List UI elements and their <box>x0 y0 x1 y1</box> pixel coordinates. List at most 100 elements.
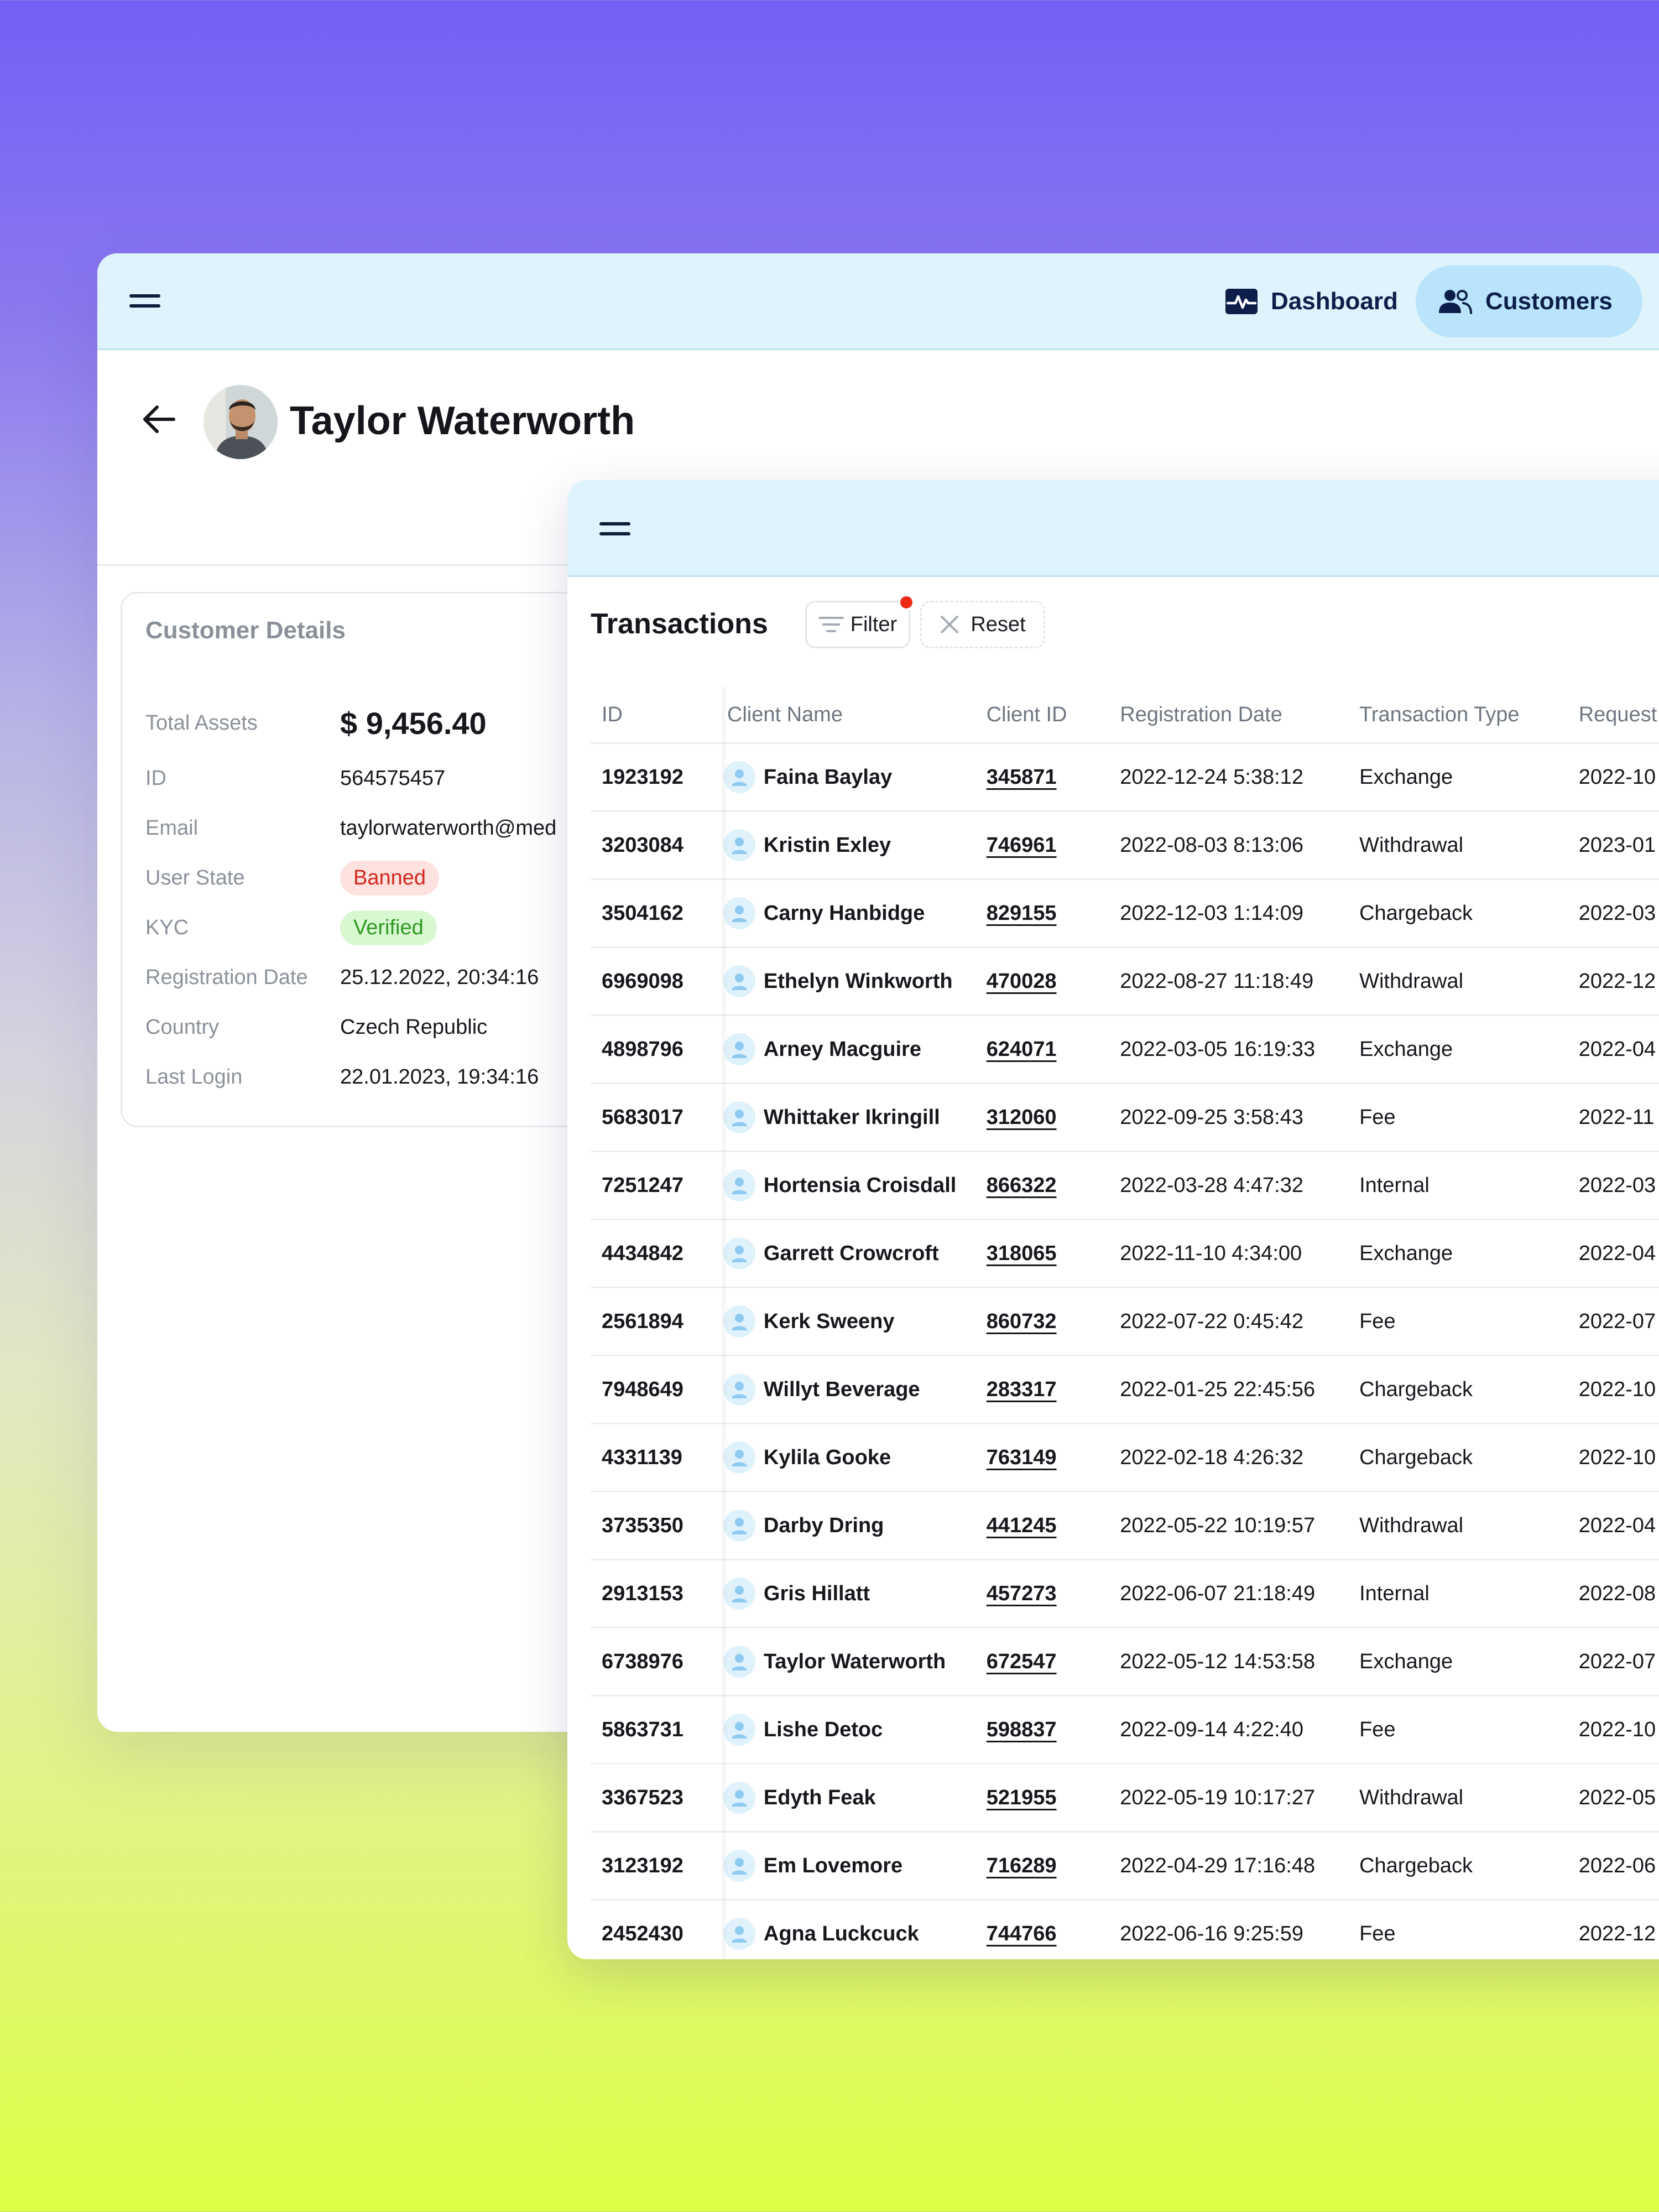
registration-date: 2022-04-29 17:16:48 <box>1109 1831 1349 1901</box>
menu-icon[interactable] <box>599 522 630 535</box>
detail-row-kyc: KYC Verified <box>145 910 437 945</box>
user-state-badge: Banned <box>340 860 440 896</box>
client-id-link[interactable]: 866322 <box>987 1174 1057 1197</box>
table-row[interactable]: 2452430 Agna Luckcuck 744766 2022-06-16 9:2… <box>591 1899 1659 1959</box>
nav-dashboard-label: Dashboard <box>1271 288 1398 315</box>
table-row[interactable]: 3735350 Darby Dring 441245 2022-05-22 10:19… <box>591 1491 1659 1560</box>
transaction-id: 3203084 <box>591 811 716 880</box>
client-id-cell: 624071 <box>975 1015 1109 1084</box>
client-name: Faina Baylay <box>763 765 893 789</box>
transaction-id: 3735350 <box>591 1491 716 1560</box>
column-header-transaction-type[interactable]: Transaction Type <box>1348 687 1568 744</box>
client-name-cell: Lishe Detoc <box>716 1695 975 1765</box>
request-date: 2022-07 <box>1567 1627 1659 1696</box>
table-row[interactable]: 5683017 Whittaker Ikringill 312060 2022-09-… <box>591 1083 1659 1152</box>
client-id-link[interactable]: 457273 <box>987 1582 1057 1605</box>
table-row[interactable]: 3504162 Carny Hanbidge 829155 2022-12-03 1:… <box>591 879 1659 948</box>
table-row[interactable]: 4434842 Garrett Crowcroft 318065 2022-11-10… <box>591 1219 1659 1288</box>
total-assets-value: $ 9,456.40 <box>340 705 487 741</box>
column-header-request[interactable]: Request <box>1567 687 1659 744</box>
transaction-id: 2561894 <box>591 1287 716 1356</box>
client-name: Willyt Beverage <box>763 1377 920 1401</box>
table-row[interactable]: 5863731 Lishe Detoc 598837 2022-09-14 4:22:… <box>591 1695 1659 1765</box>
table-row[interactable]: 2913153 Gris Hillatt 457273 2022-06-07 21:1… <box>591 1559 1659 1628</box>
table-row[interactable]: 4898796 Arney Macguire 624071 2022-03-05 16… <box>591 1015 1659 1084</box>
client-id-cell: 441245 <box>975 1491 1109 1560</box>
table-header-row: ID Client Name Client ID Registration Da… <box>591 687 1659 744</box>
request-date: 2022-10 <box>1567 743 1659 812</box>
client-id-link[interactable]: 672547 <box>987 1650 1057 1673</box>
client-name: Em Lovemore <box>763 1854 903 1877</box>
table-row[interactable]: 7948649 Willyt Beverage 283317 2022-01-25 2… <box>591 1355 1659 1424</box>
table-row[interactable]: 3367523 Edyth Feak 521955 2022-05-19 10:17:… <box>591 1763 1659 1833</box>
filter-button[interactable]: Filter <box>805 601 910 648</box>
client-id-link[interactable]: 318065 <box>987 1242 1057 1265</box>
detail-label: ID <box>145 766 166 790</box>
table-row[interactable]: 7251247 Hortensia Croisdall 866322 2022-03-… <box>591 1151 1659 1220</box>
transaction-type: Fee <box>1348 1695 1568 1765</box>
transaction-id: 4898796 <box>591 1015 716 1084</box>
detail-row-country: Country Czech Republic <box>145 1011 487 1044</box>
column-header-registration-date[interactable]: Registration Date <box>1109 687 1349 744</box>
transaction-type: Internal <box>1348 1559 1568 1628</box>
transaction-id: 6738976 <box>591 1627 716 1696</box>
client-id-link[interactable]: 860732 <box>987 1310 1057 1333</box>
client-id-link[interactable]: 624071 <box>987 1038 1057 1061</box>
client-id-cell: 716289 <box>975 1831 1109 1901</box>
client-name-cell: Hortensia Croisdall <box>716 1151 975 1220</box>
client-name: Kerk Sweeny <box>763 1309 895 1333</box>
client-id-link[interactable]: 716289 <box>987 1854 1057 1877</box>
client-id-cell: 457273 <box>975 1559 1109 1628</box>
table-row[interactable]: 6738976 Taylor Waterworth 672547 2022-05-12… <box>591 1627 1659 1696</box>
reset-button[interactable]: Reset <box>920 601 1045 648</box>
nav-customers-label: Customers <box>1485 288 1613 315</box>
transaction-type: Fee <box>1348 1899 1568 1959</box>
client-id-link[interactable]: 345871 <box>987 766 1057 789</box>
client-id-cell: 744766 <box>975 1899 1109 1959</box>
client-id-cell: 829155 <box>975 879 1109 948</box>
client-name: Lishe Detoc <box>763 1717 883 1741</box>
client-id-cell: 521955 <box>975 1763 1109 1833</box>
request-date: 2023-01 <box>1567 811 1659 880</box>
client-name-cell: Faina Baylay <box>716 743 975 812</box>
client-id-link[interactable]: 746961 <box>987 834 1057 857</box>
reset-label: Reset <box>971 612 1026 636</box>
client-id-link[interactable]: 470028 <box>987 970 1057 993</box>
back-arrow-icon[interactable] <box>140 403 178 436</box>
transaction-type: Withdrawal <box>1348 947 1568 1016</box>
table-row[interactable]: 3123192 Em Lovemore 716289 2022-04-29 17:16… <box>591 1831 1659 1901</box>
detail-label: User State <box>145 866 245 889</box>
table-row[interactable]: 6969098 Ethelyn Winkworth 470028 2022-08-27… <box>591 947 1659 1016</box>
table-row[interactable]: 1923192 Faina Baylay 345871 2022-12-24 5:38… <box>591 743 1659 812</box>
menu-icon[interactable] <box>129 294 160 308</box>
client-id-link[interactable]: 312060 <box>987 1106 1057 1129</box>
client-id-link[interactable]: 521955 <box>987 1786 1057 1809</box>
request-date: 2022-05 <box>1567 1763 1659 1833</box>
registration-date: 2022-03-05 16:19:33 <box>1109 1015 1349 1084</box>
table-row[interactable]: 2561894 Kerk Sweeny 860732 2022-07-22 0:45:… <box>591 1287 1659 1356</box>
client-id-link[interactable]: 744766 <box>987 1922 1057 1945</box>
client-id-cell: 345871 <box>975 743 1109 812</box>
nav-customers[interactable]: Customers <box>1416 266 1642 337</box>
table-row[interactable]: 3203084 Kristin Exley 746961 2022-08-03 8:1… <box>591 811 1659 880</box>
kyc-badge: Verified <box>340 910 437 945</box>
column-header-client-name[interactable]: Client Name <box>716 687 975 744</box>
column-header-client-id[interactable]: Client ID <box>975 687 1109 744</box>
request-date: 2022-04 <box>1567 1491 1659 1560</box>
registration-date: 2022-09-25 3:58:43 <box>1109 1083 1349 1152</box>
transaction-id: 2452430 <box>591 1899 716 1959</box>
client-id-link[interactable]: 598837 <box>987 1718 1057 1741</box>
client-id-cell: 763149 <box>975 1423 1109 1492</box>
detail-row-total-assets: Total Assets $ 9,456.40 <box>145 705 487 741</box>
client-name: Garrett Crowcroft <box>763 1241 939 1265</box>
table-row[interactable]: 4331139 Kylila Gooke 763149 2022-02-18 4:26… <box>591 1423 1659 1492</box>
client-id-link[interactable]: 829155 <box>987 902 1057 925</box>
request-date: 2022-11 <box>1567 1083 1659 1152</box>
client-id-link[interactable]: 283317 <box>987 1378 1057 1401</box>
detail-label: Country <box>145 1015 220 1039</box>
client-id-link[interactable]: 441245 <box>987 1514 1057 1537</box>
registration-date-value: 25.12.2022, 20:34:16 <box>340 965 539 989</box>
client-id-link[interactable]: 763149 <box>987 1446 1057 1469</box>
column-header-id[interactable]: ID <box>591 687 716 744</box>
registration-date: 2022-01-25 22:45:56 <box>1109 1355 1349 1424</box>
